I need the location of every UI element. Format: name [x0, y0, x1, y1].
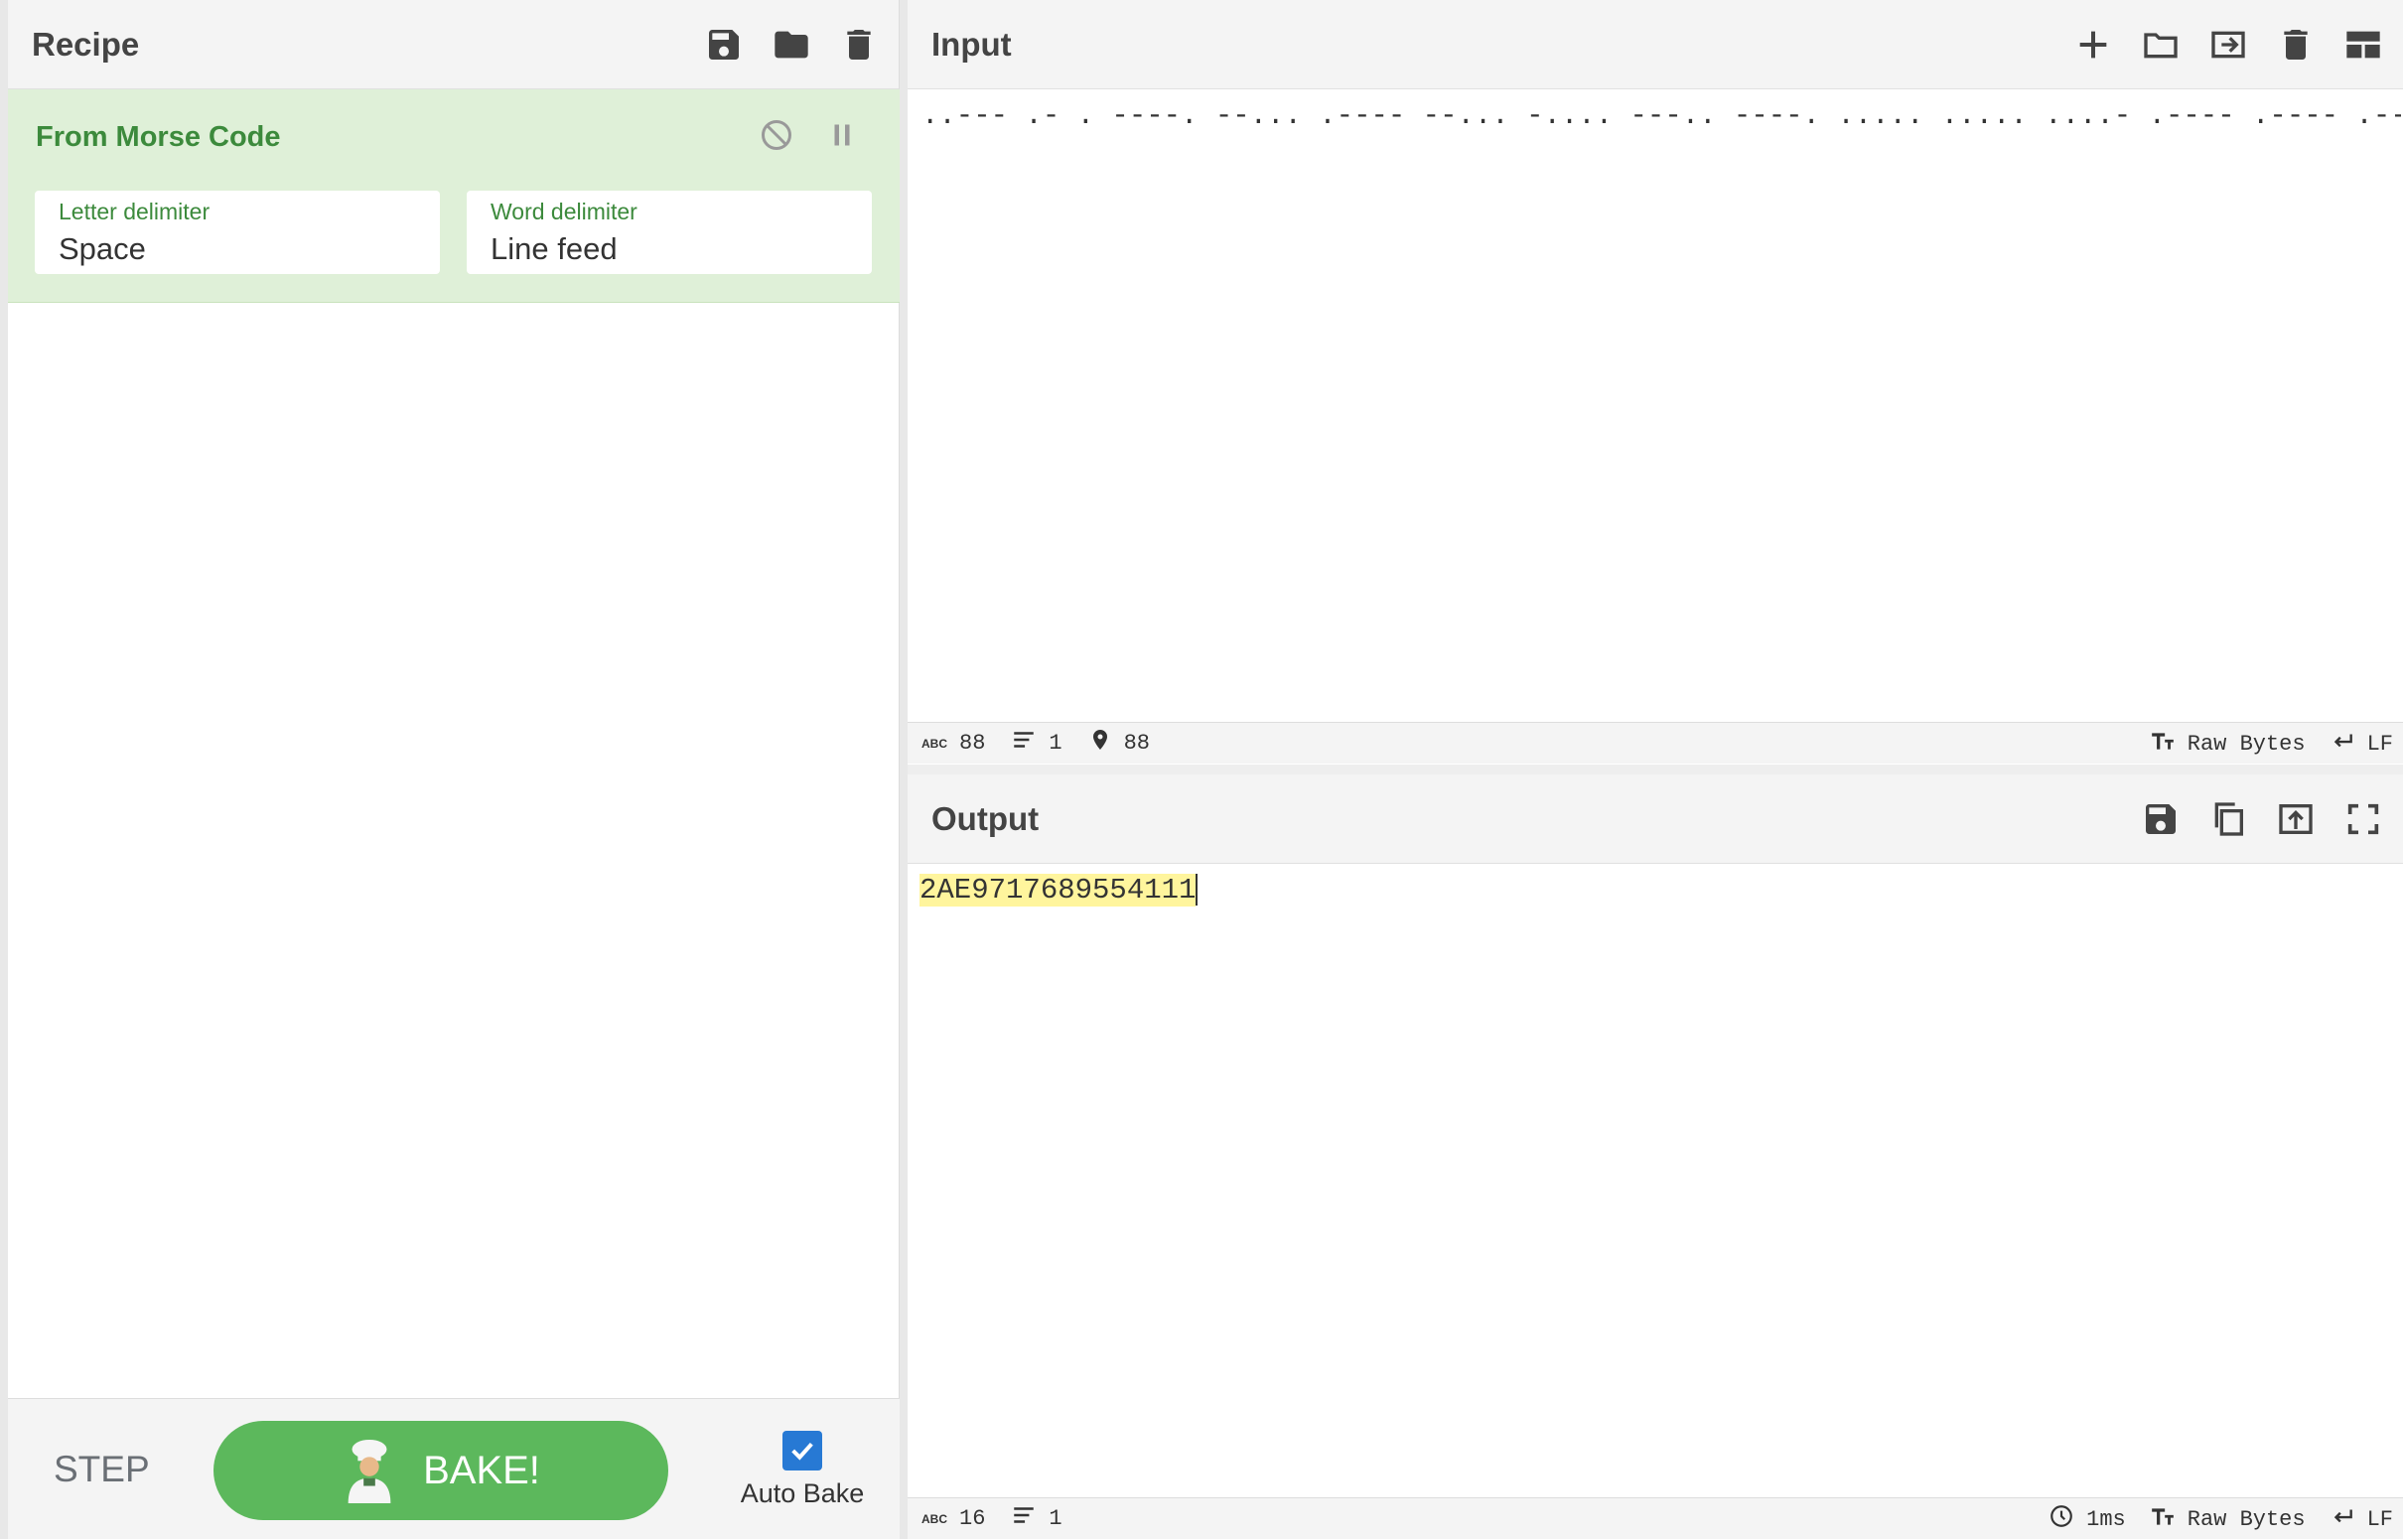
copy-icon[interactable]	[2208, 799, 2248, 839]
load-recipe-icon[interactable]	[772, 25, 811, 65]
save-output-icon[interactable]	[2141, 799, 2181, 839]
panel-resize-gutter[interactable]	[900, 0, 908, 1539]
letter-delimiter-label: Letter delimiter	[59, 199, 211, 224]
disable-icon[interactable]	[759, 117, 794, 153]
recipe-footer: STEP BAKE! Auto Bake	[8, 1398, 900, 1539]
output-header: Output	[908, 774, 2403, 864]
input-position: 88	[1123, 731, 1151, 756]
output-length: 16	[959, 1506, 986, 1531]
step-button[interactable]: STEP	[54, 1449, 150, 1490]
text-cursor	[1196, 874, 1199, 907]
output-eol-label: LF	[2366, 1506, 2393, 1532]
output-status-bar: ABC 16 1 1ms Raw Bytes LF	[908, 1497, 2403, 1539]
pause-icon[interactable]	[824, 117, 860, 153]
input-encoding[interactable]: Raw Bytes	[2150, 728, 2306, 761]
output-eol[interactable]: LF	[2330, 1503, 2393, 1536]
recipe-header: Recipe	[8, 0, 899, 89]
output-panel: Output 2AE9717689554111 ABC 16 1 1ms Raw…	[908, 774, 2403, 1539]
bake-time: 1ms	[2049, 1503, 2126, 1536]
length-icon: ABC	[921, 736, 947, 751]
clear-recipe-icon[interactable]	[839, 25, 879, 65]
operation-title: From Morse Code	[36, 121, 281, 153]
text-format-icon	[2150, 728, 2176, 761]
word-delimiter-value[interactable]: Line feed	[491, 231, 848, 267]
output-time: 1ms	[2086, 1506, 2126, 1532]
word-delimiter-field[interactable]: Word delimiter Line feed	[467, 191, 872, 274]
cyberchef-app: Recipe From Morse Code Letter delimiter …	[0, 0, 2403, 1539]
text-format-icon	[2150, 1503, 2176, 1536]
bake-button[interactable]: BAKE!	[213, 1421, 668, 1520]
letter-delimiter-field[interactable]: Letter delimiter Space	[35, 191, 440, 274]
auto-bake-checkbox[interactable]	[782, 1431, 822, 1470]
input-status-bar: ABC 88 1 88 Raw Bytes LF	[908, 722, 2403, 764]
length-icon: ABC	[921, 1511, 947, 1526]
fullscreen-icon[interactable]	[2343, 799, 2383, 839]
save-recipe-icon[interactable]	[704, 25, 744, 65]
auto-bake-label: Auto Bake	[740, 1478, 865, 1508]
input-title: Input	[931, 25, 1012, 63]
input-eol-label: LF	[2366, 731, 2393, 757]
input-eol[interactable]: LF	[2330, 728, 2393, 761]
io-splitter[interactable]	[908, 765, 2403, 774]
output-encoding[interactable]: Raw Bytes	[2150, 1503, 2306, 1536]
input-encoding-label: Raw Bytes	[2187, 731, 2306, 757]
input-panel: Input ..--- .- . ----. --... .---- --...…	[908, 0, 2403, 765]
replace-input-icon[interactable]	[2276, 799, 2316, 839]
location-icon	[1088, 728, 1112, 759]
chef-icon	[342, 1438, 397, 1503]
add-tab-icon[interactable]	[2073, 25, 2113, 65]
clear-input-icon[interactable]	[2276, 25, 2316, 65]
output-textarea[interactable]: 2AE9717689554111	[919, 874, 1199, 907]
recipe-title: Recipe	[32, 25, 140, 63]
output-lines: 1	[1049, 1506, 1062, 1531]
letter-delimiter-value[interactable]: Space	[59, 231, 416, 267]
reset-layout-icon[interactable]	[2343, 25, 2383, 65]
open-file-icon[interactable]	[2141, 25, 2181, 65]
input-textarea[interactable]: ..--- .- . ----. --... .---- --... -....…	[921, 99, 2401, 132]
lines-icon	[1011, 727, 1037, 760]
open-folder-icon[interactable]	[2208, 25, 2248, 65]
word-delimiter-label: Word delimiter	[491, 199, 637, 224]
output-title: Output	[931, 799, 1040, 837]
output-encoding-label: Raw Bytes	[2187, 1506, 2306, 1532]
eol-icon	[2330, 728, 2355, 761]
operation-from-morse-code[interactable]: From Morse Code Letter delimiter Space W…	[8, 89, 900, 303]
eol-icon	[2330, 1503, 2355, 1536]
output-value: 2AE9717689554111	[919, 874, 1197, 907]
input-header: Input	[908, 0, 2403, 89]
input-length: 88	[959, 731, 986, 756]
input-lines: 1	[1049, 731, 1062, 756]
bake-label: BAKE!	[423, 1448, 540, 1492]
left-resize-edge[interactable]	[0, 0, 8, 1539]
auto-bake-toggle[interactable]: Auto Bake	[723, 1431, 882, 1509]
clock-icon	[2049, 1503, 2074, 1536]
lines-icon	[1011, 1502, 1037, 1535]
recipe-panel: Recipe From Morse Code Letter delimiter …	[8, 0, 900, 1539]
